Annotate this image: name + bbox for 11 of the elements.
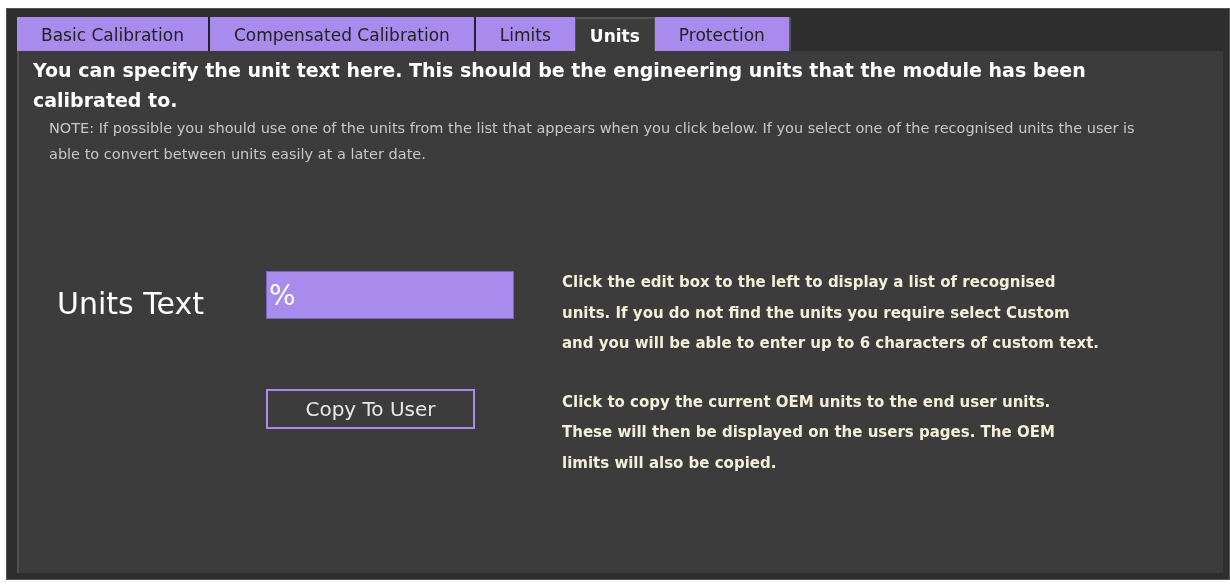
note-text: NOTE: If possible you should use one of the units from the list that appears when you click below. If you select one of the recognised units the user is able to convert between units easily at a later date. bbox=[48, 119, 1136, 164]
tab[interactable]: Units bbox=[574, 17, 655, 51]
help-text: Click to copy the current OEM units to the end user units. These will then be displayed on the users pages. The OEM limits will also be copied. bbox=[562, 391, 1056, 474]
field-label: Units Text bbox=[57, 286, 204, 321]
help-text: Click the edit box to the left to display a list of recognised units. If you do not find the units you require select Custom and you will be able to enter up to 6 characters of custom text. bbox=[562, 272, 1101, 354]
tab[interactable]: Limits bbox=[475, 17, 575, 51]
copy-to-user-button[interactable]: Copy To User bbox=[266, 388, 475, 429]
tab[interactable]: Protection bbox=[654, 17, 791, 51]
tab[interactable]: Basic Calibration bbox=[17, 17, 210, 51]
heading: You can specify the unit text here. This should be the engineering units that the module has been calibrated to. bbox=[32, 58, 1087, 113]
tab[interactable]: Compensated Calibration bbox=[209, 17, 476, 51]
